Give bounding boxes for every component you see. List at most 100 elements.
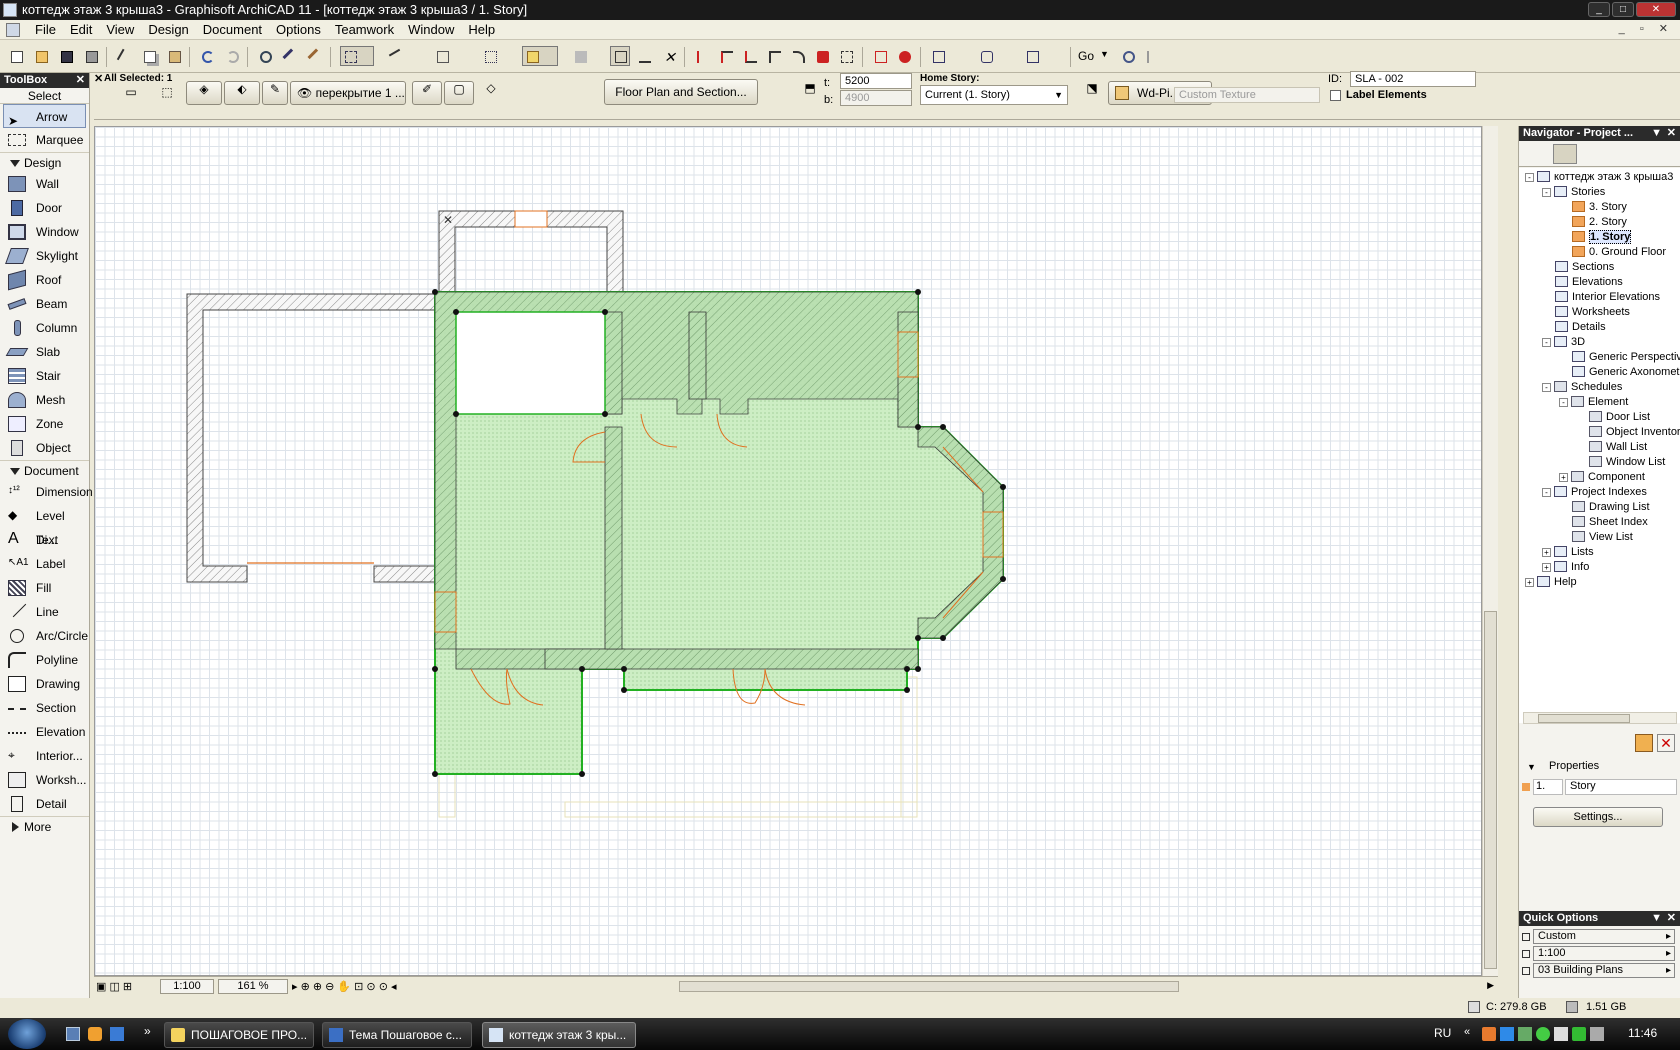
garage-walls[interactable] [186, 293, 436, 583]
grid-snap-icon[interactable] [480, 46, 516, 66]
tree-item[interactable]: + Help [1525, 575, 1577, 590]
tree-item[interactable]: + Component [1559, 470, 1645, 485]
menu-options[interactable]: Options [269, 20, 328, 39]
taskbar-item-word[interactable]: Тема Пошаговое с... [322, 1022, 472, 1048]
tool-fill[interactable]: Fill [0, 576, 89, 600]
zoom-field[interactable]: 161 % [218, 979, 288, 994]
rectangle-fill-icon[interactable]: ▢ [444, 81, 474, 105]
tool-polyline[interactable]: Polyline [0, 648, 89, 672]
ruler-icon[interactable] [634, 46, 654, 66]
layer-dropdown[interactable]: 👁 перекрытие 1 ... [290, 81, 406, 105]
tree-item[interactable]: Object Inventory [1576, 425, 1680, 440]
tree-item[interactable]: Interior Elevations [1542, 290, 1660, 305]
tree-item[interactable]: Sections [1542, 260, 1614, 275]
paste-icon[interactable] [164, 46, 184, 66]
delete-icon[interactable]: ✕ [1657, 734, 1675, 752]
tree-item[interactable]: - Stories [1542, 185, 1605, 200]
tree-item[interactable]: + Info [1542, 560, 1589, 575]
info-box-close-icon[interactable]: ✕ [94, 72, 103, 85]
find-select-icon[interactable] [255, 46, 275, 66]
collapse-icon[interactable]: - [1559, 398, 1568, 407]
tool-column[interactable]: Column [0, 316, 89, 340]
view-map-tab-icon[interactable] [1583, 144, 1607, 164]
arc-adjust-icon[interactable] [788, 46, 808, 66]
tool-stair[interactable]: Stair [0, 364, 89, 388]
menu-window[interactable]: Window [401, 20, 461, 39]
top-room-walls[interactable]: ✕ [438, 210, 624, 295]
tray-expand-icon[interactable]: « [1464, 1026, 1470, 1038]
slab-layer-icon[interactable]: ⬖ [224, 81, 260, 105]
resize-icon[interactable] [836, 46, 856, 66]
tree-item[interactable]: - 3D [1542, 335, 1585, 350]
floor-plan-section-button[interactable]: Floor Plan and Section... [604, 79, 758, 105]
save-icon[interactable] [56, 46, 76, 66]
explode-icon[interactable] [812, 46, 832, 66]
tool-skylight[interactable]: Skylight [0, 244, 89, 268]
model-view-select[interactable]: 03 Building Plans [1533, 963, 1675, 978]
tool-marquee[interactable]: Marquee [0, 128, 89, 152]
scroll-right-icon[interactable]: ▶ [1487, 980, 1494, 991]
redo-icon[interactable] [222, 46, 242, 66]
story-name-field[interactable]: Story [1565, 779, 1677, 795]
print-icon[interactable] [81, 46, 101, 66]
tool-worksheet[interactable]: Worksh... [0, 768, 89, 792]
vertical-scrollbar[interactable] [1482, 126, 1498, 976]
tool-label[interactable]: ↖A1 Label [0, 552, 89, 576]
pick-up-parameters-icon[interactable] [280, 46, 300, 66]
tool-section[interactable]: Section [0, 696, 89, 720]
tree-item[interactable]: Window List [1576, 455, 1665, 470]
media-player-icon[interactable] [88, 1027, 102, 1041]
collapse-icon[interactable]: - [1542, 383, 1551, 392]
layer-combination-select[interactable]: Custom [1533, 929, 1675, 944]
new-view-icon[interactable] [1635, 734, 1653, 752]
menu-edit[interactable]: Edit [63, 20, 99, 39]
close-icon[interactable]: ✕ [1667, 126, 1676, 141]
start-button[interactable] [8, 1019, 46, 1049]
tray-app-icon[interactable] [1482, 1027, 1496, 1041]
close-icon[interactable]: ✕ [1667, 911, 1676, 926]
close-button[interactable]: ✕ [1636, 2, 1676, 17]
publisher-tab-icon[interactable] [1643, 144, 1667, 164]
design-group-toggle[interactable]: Design [0, 152, 89, 172]
go-label[interactable]: Go [1078, 49, 1094, 63]
cut-icon[interactable] [114, 46, 134, 66]
taskbar-item-browser[interactable]: ПОШАГОВОЕ ПРО... [164, 1022, 314, 1048]
tree-item[interactable]: Details [1542, 320, 1606, 335]
navigator-horizontal-scrollbar[interactable] [1523, 712, 1677, 724]
pen-tool-icon[interactable]: ✎ [262, 81, 288, 105]
properties-toggle-icon[interactable]: ▼ [1527, 762, 1536, 772]
tree-item[interactable]: - Schedules [1542, 380, 1622, 395]
horizontal-scroll-thumb[interactable] [679, 981, 1179, 992]
tree-item[interactable]: - Project Indexes [1542, 485, 1647, 500]
tray-security-icon[interactable] [1518, 1027, 1532, 1041]
walk-icon[interactable] [1142, 46, 1162, 66]
tool-drawing[interactable]: Drawing [0, 672, 89, 696]
tree-item[interactable]: - Element [1559, 395, 1628, 410]
minimize-button[interactable]: _ [1588, 2, 1610, 17]
geometry-method-icon[interactable]: ▭ [114, 85, 148, 107]
tree-item[interactable]: Worksheets [1542, 305, 1630, 320]
split-icon[interactable] [692, 46, 712, 66]
tool-dimension[interactable]: ↕¹² Dimension [0, 480, 93, 504]
tree-item[interactable]: 2. Story [1559, 215, 1627, 230]
tool-detail[interactable]: Detail [0, 792, 89, 816]
new-icon[interactable] [6, 46, 26, 66]
collapse-icon[interactable]: ▼ [1651, 126, 1662, 141]
maximize-button[interactable]: □ [1612, 2, 1634, 17]
vertical-scroll-thumb[interactable] [1484, 611, 1497, 969]
close-x-icon[interactable]: ✕ [658, 46, 678, 66]
scale-select[interactable]: 1:100 [1533, 946, 1675, 961]
tree-item[interactable]: Generic Axonometry [1559, 365, 1680, 380]
tool-object[interactable]: Object [0, 436, 89, 460]
inject-parameters-icon[interactable] [305, 46, 325, 66]
menu-design[interactable]: Design [141, 20, 195, 39]
clock[interactable]: 11:46 [1628, 1026, 1657, 1040]
settings-button[interactable]: Settings... [1533, 807, 1663, 827]
expand-icon[interactable]: + [1542, 563, 1551, 572]
tree-item[interactable]: Drawing List [1559, 500, 1650, 515]
id-field[interactable]: SLA - 002 [1350, 71, 1476, 87]
expand-icon[interactable]: + [1559, 473, 1568, 482]
collapse-icon[interactable]: - [1542, 188, 1551, 197]
tree-item[interactable]: Wall List [1576, 440, 1647, 455]
tool-line[interactable]: Line [0, 598, 89, 624]
